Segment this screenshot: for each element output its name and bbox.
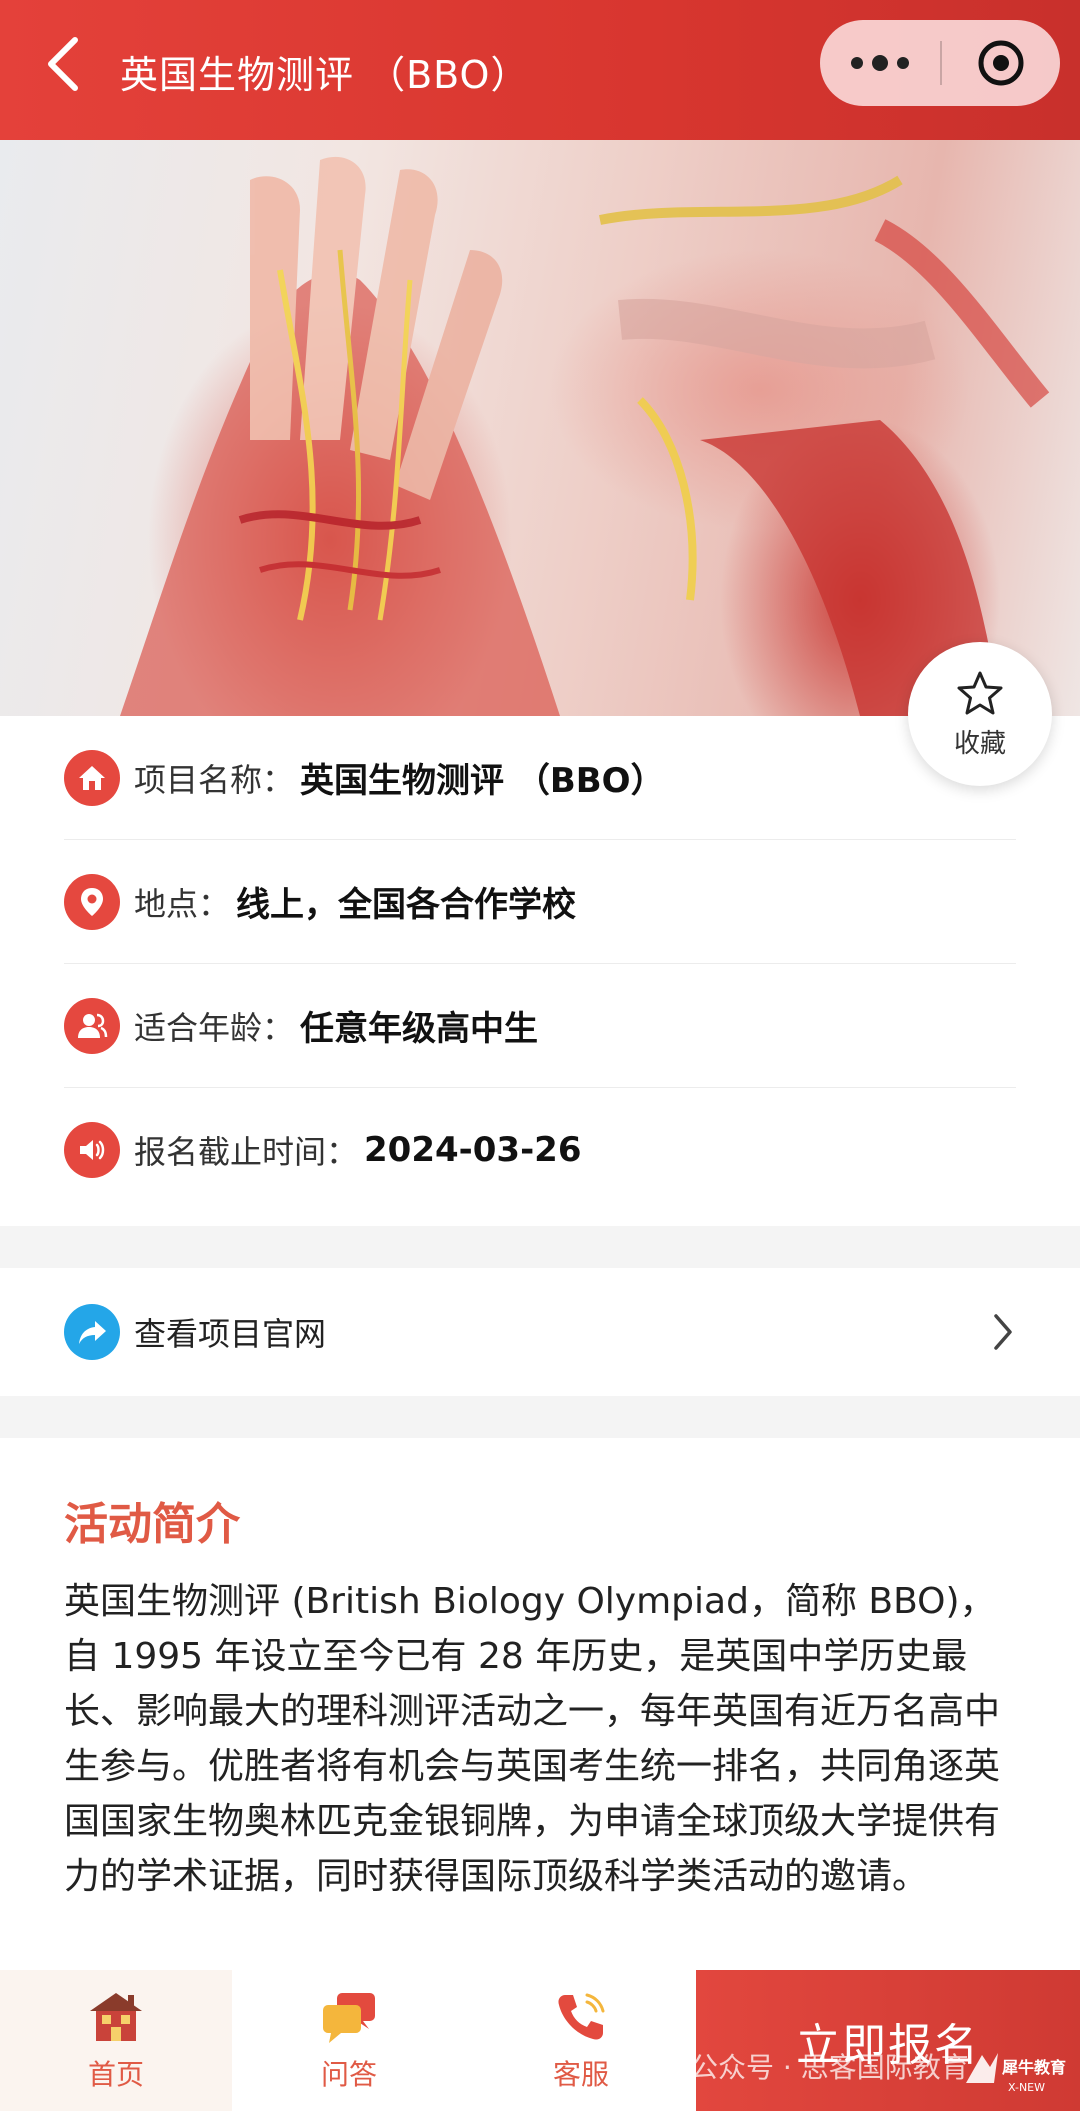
phone-icon — [558, 1993, 605, 2040]
brand-logo: 犀牛教育 X-NEW — [960, 2043, 1070, 2103]
info-row-project-name: 项目名称： 英国生物测评 （BBO） — [64, 716, 1016, 840]
more-dot — [897, 57, 909, 69]
project-name-value: 英国生物测评 （BBO） — [300, 761, 665, 801]
more-button[interactable] — [820, 20, 940, 106]
info-card: 项目名称： 英国生物测评 （BBO） 地点： 线上，全国各合作学校 适合年龄： … — [0, 716, 1080, 1226]
official-site-link[interactable]: 查看项目官网 — [0, 1268, 1080, 1396]
top-header: 英国生物测评 （BBO） — [0, 0, 1080, 140]
info-row-location: 地点： 线上，全国各合作学校 — [64, 840, 1016, 964]
location-pin-icon — [64, 873, 120, 930]
tab-service-label: 客服 — [552, 2057, 609, 2091]
page: 英国生物测评 （BBO） 收藏 项目名称： 英国生物测评 （BBO） 地点： 线… — [0, 0, 1080, 2111]
official-site-label: 查看项目官网 — [134, 1315, 327, 1353]
tab-home[interactable]: 首页 — [0, 1970, 232, 2111]
home-icon — [64, 749, 120, 806]
share-arrow-icon — [64, 1304, 120, 1360]
location-value: 线上，全国各合作学校 — [236, 885, 577, 925]
collect-label: 收藏 — [953, 728, 1006, 759]
rhino-logo-icon: 犀牛教育 X-NEW — [966, 2053, 1066, 2094]
info-row-age: 适合年龄： 任意年级高中生 — [64, 964, 1016, 1088]
project-name-label: 项目名称： — [134, 760, 295, 799]
chevron-right-icon — [994, 1314, 1012, 1350]
close-miniprogram-button[interactable] — [942, 20, 1060, 106]
anatomy-illustration — [120, 156, 1050, 716]
age-label: 适合年龄： — [134, 1008, 295, 1047]
tab-home-label: 首页 — [87, 2057, 144, 2091]
svg-text:犀牛教育: 犀牛教育 — [1001, 2058, 1066, 2077]
more-dot — [851, 57, 863, 69]
chat-bubbles-icon — [323, 1992, 375, 2043]
bottom-tab-bar: 首页 问答 客服 立即报名 — [0, 1970, 1080, 2111]
chevron-left-icon — [48, 37, 78, 91]
target-icon — [978, 40, 1024, 86]
intro-text: 英国生物测评 (British Biology Olympiad，简称 BBO)… — [64, 1581, 1001, 1897]
tab-service[interactable]: 客服 — [466, 1970, 696, 2111]
svg-text:X-NEW: X-NEW — [1008, 2081, 1045, 2094]
intro-title: 活动简介 — [64, 1499, 240, 1550]
page-title: 英国生物测评 （BBO） — [120, 53, 530, 97]
speaker-icon — [64, 1122, 120, 1178]
banner-image — [0, 140, 1080, 716]
info-row-deadline: 报名截止时间： 2024-03-26 — [64, 1088, 1016, 1212]
house-icon — [90, 1992, 142, 2041]
deadline-label: 报名截止时间： — [134, 1133, 359, 1171]
users-icon — [64, 997, 120, 1054]
watermark-text: 公众号 · 思客国际教育 — [690, 2051, 969, 2084]
deadline-value: 2024-03-26 — [364, 1130, 582, 1170]
location-label: 地点： — [134, 884, 231, 923]
more-dot — [872, 55, 888, 71]
age-value: 任意年级高中生 — [300, 1009, 539, 1049]
back-button[interactable] — [38, 32, 88, 96]
tab-qa-label: 问答 — [320, 2057, 377, 2091]
tab-qa[interactable]: 问答 — [232, 1970, 466, 2111]
collect-button[interactable]: 收藏 — [908, 642, 1052, 786]
mini-program-capsule — [820, 20, 1060, 106]
star-icon — [957, 671, 1003, 714]
